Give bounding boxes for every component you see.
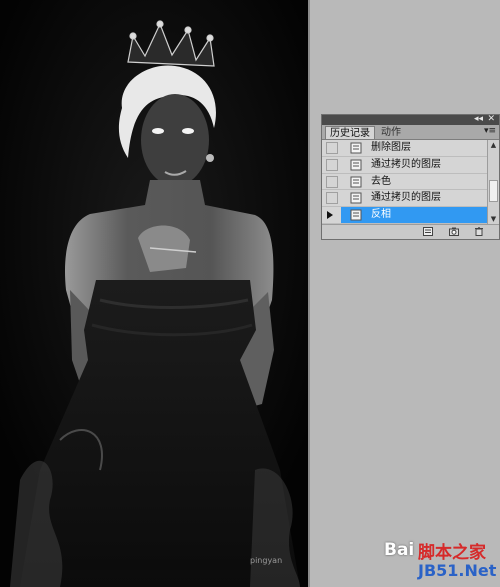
panel-titlebar[interactable]: ◂◂ ✕: [322, 113, 499, 125]
watermark-site-domain: JB51.Net: [418, 561, 497, 580]
tab-actions[interactable]: 动作: [377, 126, 405, 139]
document-canvas[interactable]: pingyan: [0, 0, 310, 587]
history-state-icon: [350, 142, 362, 154]
close-icon[interactable]: ✕: [487, 113, 495, 125]
collapse-icon[interactable]: ◂◂: [474, 113, 483, 125]
history-state-icon: [350, 209, 362, 221]
panel-menu-icon[interactable]: ▾≡: [484, 125, 496, 138]
canvas-edge: [308, 0, 310, 587]
history-panel: ◂◂ ✕ 历史记录 动作 ▾≡ 删除图层 通过拷贝的图层 去色 通过拷贝的图层 …: [321, 114, 500, 240]
history-scrollbar[interactable]: ▲ ▼: [487, 140, 499, 224]
history-brush-source-slot[interactable]: [326, 175, 338, 188]
watermark-site-name: 脚本之家: [418, 543, 486, 563]
history-item[interactable]: 通过拷贝的图层: [322, 157, 489, 174]
trash-icon[interactable]: [474, 227, 484, 236]
history-state-icon: [350, 176, 362, 188]
scroll-up-icon[interactable]: ▲: [488, 140, 499, 150]
history-item[interactable]: 去色: [322, 174, 489, 191]
history-item[interactable]: 删除图层: [322, 140, 489, 157]
current-state-pointer-icon[interactable]: [327, 211, 333, 220]
history-state-icon: [350, 159, 362, 171]
selection-highlight: [341, 207, 489, 223]
history-brush-source-slot[interactable]: [326, 158, 338, 171]
history-item-label: 去色: [371, 175, 391, 187]
inverted-photo: [0, 0, 310, 587]
history-brush-source-slot[interactable]: [326, 192, 338, 205]
history-item-label: 反相: [371, 209, 391, 221]
scroll-down-icon[interactable]: ▼: [488, 214, 499, 224]
panel-tab-row: 历史记录 动作 ▾≡: [322, 125, 499, 140]
new-snapshot-icon[interactable]: [449, 227, 459, 236]
watermark-baidu-logo: Bai: [384, 540, 415, 560]
new-document-from-state-icon[interactable]: [423, 227, 433, 236]
history-item-label: 通过拷贝的图层: [371, 192, 441, 204]
history-list: 删除图层 通过拷贝的图层 去色 通过拷贝的图层 反相: [322, 140, 489, 224]
scroll-thumb[interactable]: [489, 180, 498, 202]
history-item-label: 通过拷贝的图层: [371, 158, 441, 170]
tab-history[interactable]: 历史记录: [325, 126, 375, 139]
panel-footer: [322, 224, 499, 239]
history-brush-source-slot[interactable]: [326, 142, 338, 154]
history-item-label: 删除图层: [371, 142, 411, 153]
history-item-selected[interactable]: 反相: [322, 207, 489, 224]
watermark-pingyan: pingyan: [250, 556, 283, 565]
history-item[interactable]: 通过拷贝的图层: [322, 190, 489, 208]
history-state-icon: [350, 192, 362, 204]
